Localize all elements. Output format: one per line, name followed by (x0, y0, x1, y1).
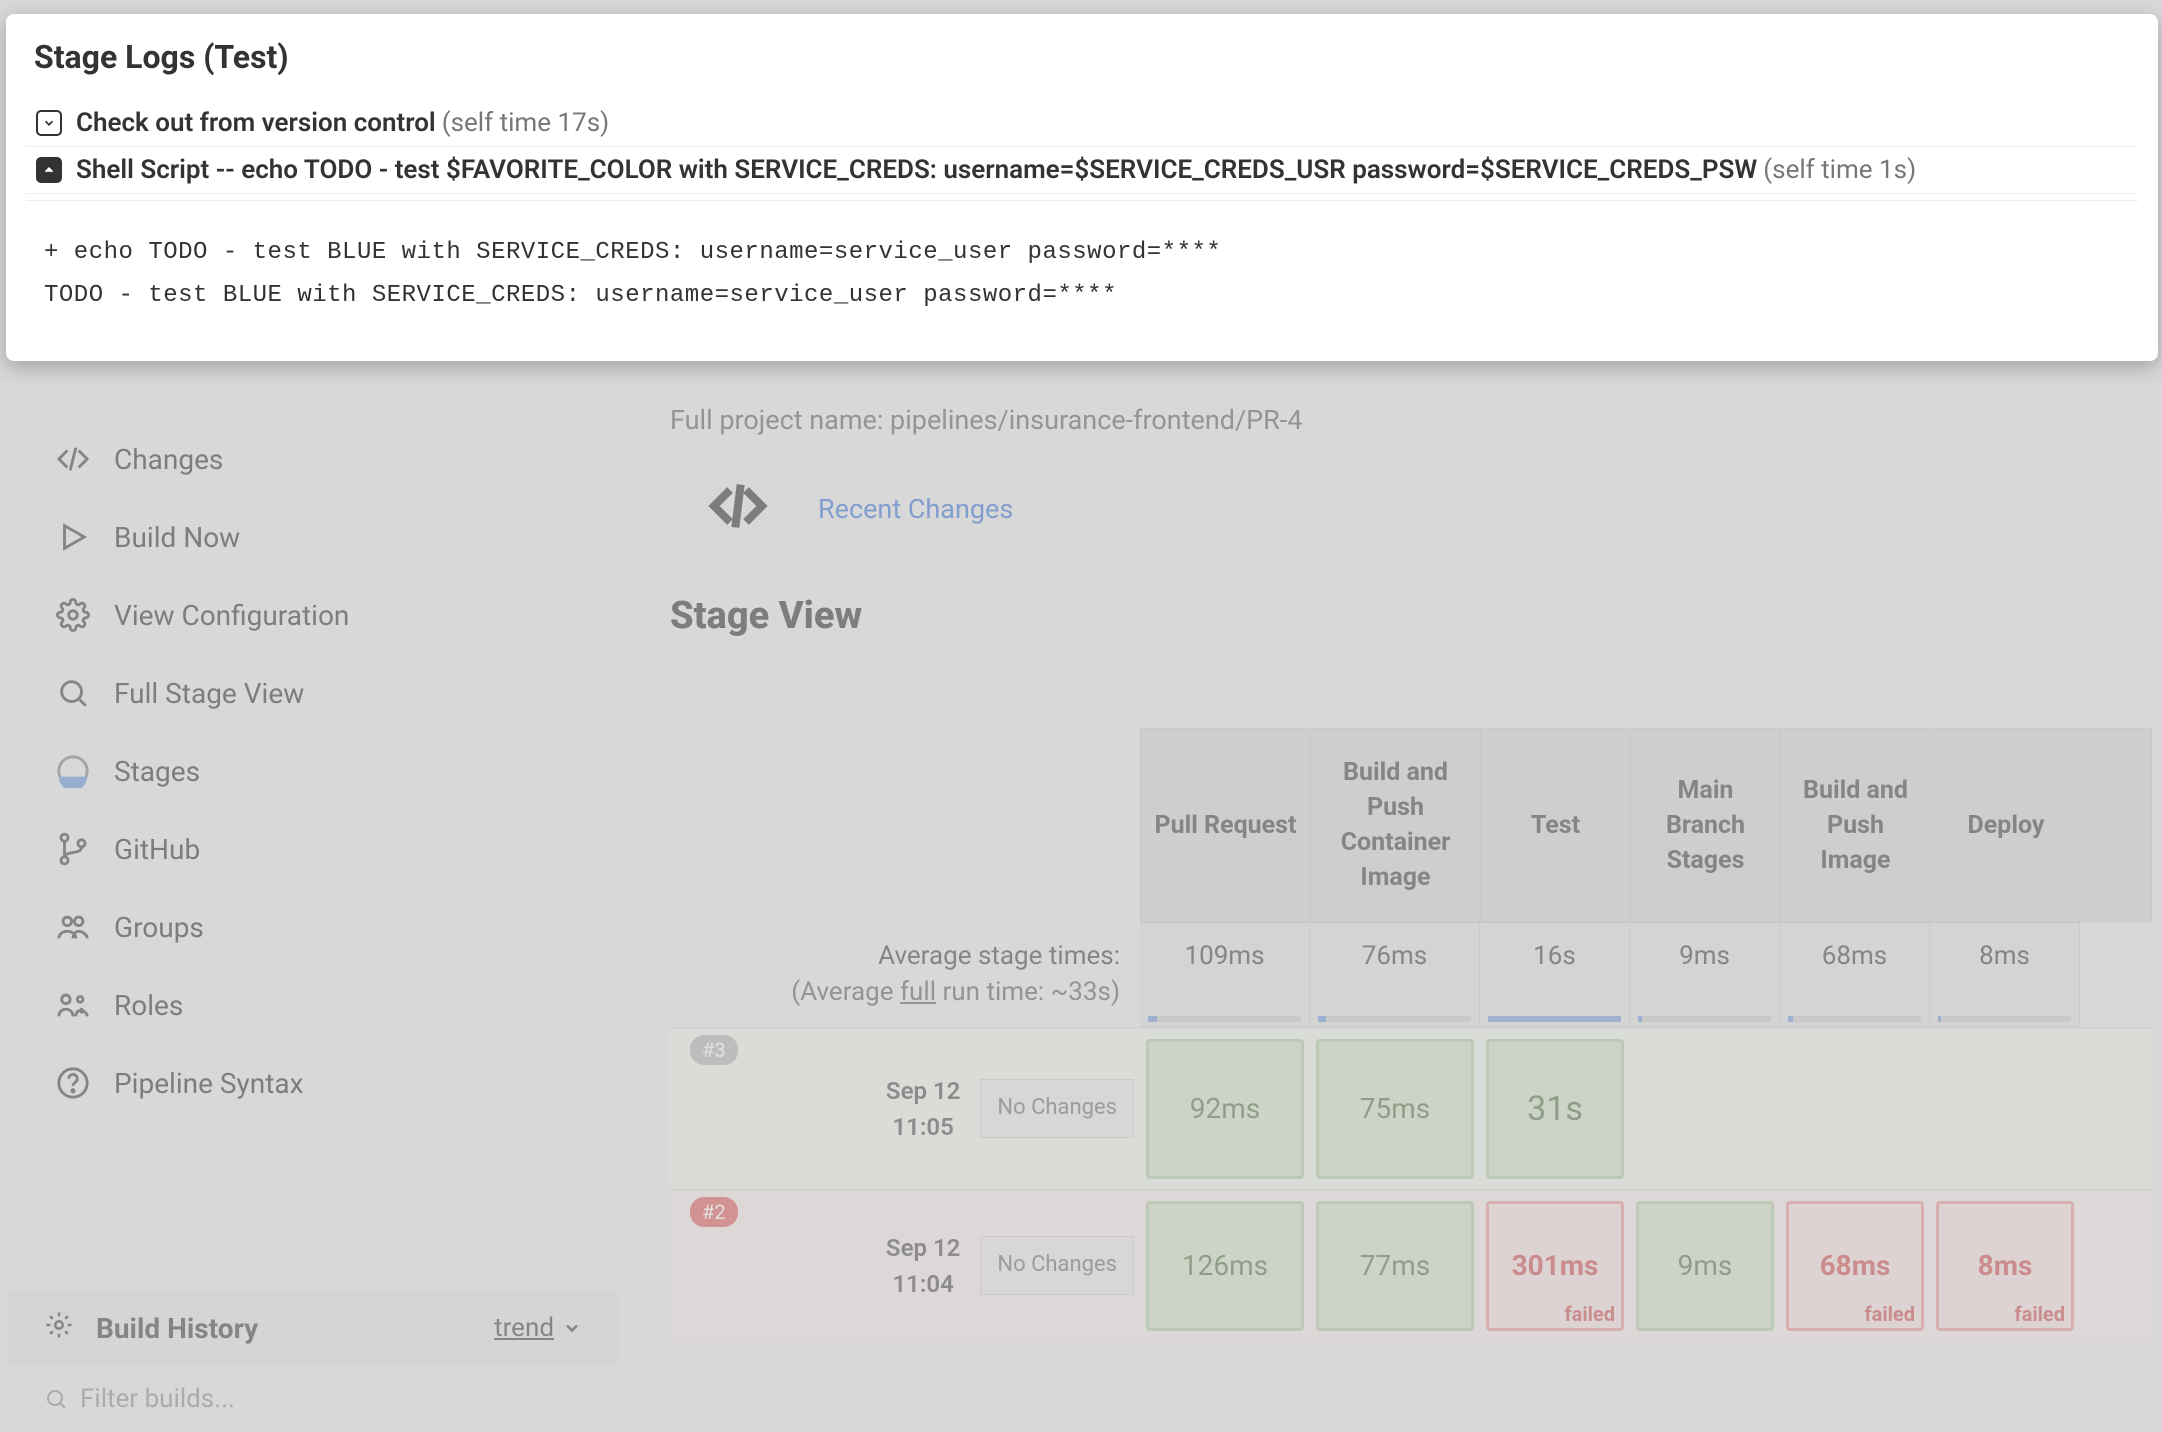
code-large-icon (706, 474, 770, 544)
stage-header: Build and Push Image (1781, 729, 1931, 921)
stage-cell[interactable]: 126ms (1146, 1201, 1304, 1331)
sidebar-label: Full Stage View (114, 677, 304, 710)
avg-cell: 109ms (1140, 922, 1310, 1027)
sidebar-label: Build Now (114, 521, 240, 554)
stage-cell[interactable]: 77ms (1316, 1201, 1474, 1331)
stage-cell[interactable]: 92ms (1146, 1039, 1304, 1179)
stage-logs-modal: Stage Logs (Test) Check out from version… (6, 14, 2158, 361)
log-step-time: (self time 1s) (1763, 155, 1916, 185)
stage-cell[interactable]: 9ms (1636, 1201, 1774, 1331)
stage-header: Main Branch Stages (1631, 729, 1781, 921)
sidebar-label: Groups (114, 911, 204, 944)
sidebar-label: GitHub (114, 833, 200, 866)
stage-view-title: Stage View (670, 594, 2152, 638)
stage-cell-empty (1936, 1039, 2074, 1179)
log-step-label: Check out from version control (76, 108, 436, 138)
sidebar: Changes Build Now View Configuration Ful… (8, 420, 618, 1122)
run-badge[interactable]: #2 (690, 1197, 738, 1227)
avg-label: Average stage times: (Average full run t… (670, 922, 1140, 1027)
sidebar-item-view-config[interactable]: View Configuration (8, 576, 618, 654)
trend-link[interactable]: trend (494, 1313, 582, 1343)
help-icon (56, 1066, 90, 1100)
expand-toggle-icon[interactable] (36, 110, 62, 136)
build-history-section: Build History trend Filter builds... (8, 1290, 618, 1432)
stage-cell[interactable]: 75ms (1316, 1039, 1474, 1179)
avg-cell: 8ms (1930, 922, 2080, 1027)
search-icon (44, 1387, 68, 1411)
stage-cell-empty (1636, 1039, 1774, 1179)
modal-title: Stage Logs (Test) (26, 38, 2138, 76)
stage-header: Build and Push Container Image (1311, 729, 1481, 921)
build-history-title: Build History (96, 1312, 258, 1345)
gear-icon (56, 598, 90, 632)
chevron-down-icon (562, 1318, 582, 1338)
stage-grid: Pull Request Build and Push Container Im… (670, 728, 2152, 1341)
log-output: + echo TODO - test BLUE with SERVICE_CRE… (26, 200, 2138, 341)
sidebar-item-github[interactable]: GitHub (8, 810, 618, 888)
filter-builds-input[interactable]: Filter builds... (8, 1366, 618, 1432)
recent-changes-link[interactable]: Recent Changes (818, 493, 1013, 525)
stage-cell-failed[interactable]: 68msfailed (1786, 1201, 1924, 1331)
stage-cell[interactable]: 31s (1486, 1039, 1624, 1179)
build-history-icon (44, 1310, 74, 1346)
run-date: Sep 12 11:04 (866, 1230, 980, 1302)
stage-header: Deploy (1931, 729, 2081, 921)
run-changes[interactable]: No Changes (980, 1079, 1134, 1138)
full-project-name: Full project name: pipelines/insurance-f… (670, 404, 2152, 436)
sidebar-label: Pipeline Syntax (114, 1067, 304, 1100)
sidebar-item-build-now[interactable]: Build Now (8, 498, 618, 576)
sidebar-item-changes[interactable]: Changes (8, 420, 618, 498)
sidebar-label: Stages (114, 755, 200, 788)
log-step-time: (self time 17s) (442, 108, 609, 138)
sidebar-label: Changes (114, 443, 223, 476)
run-row: #2 Sep 12 11:04 No Changes 126ms 77ms 30… (670, 1189, 2152, 1341)
sidebar-label: Roles (114, 989, 183, 1022)
sidebar-item-pipeline-syntax[interactable]: Pipeline Syntax (8, 1044, 618, 1122)
main-area: Full project name: pipelines/insurance-f… (670, 404, 2152, 678)
group-icon (56, 910, 90, 944)
search-icon (56, 676, 90, 710)
collapse-toggle-icon[interactable] (36, 157, 62, 183)
avg-cell: 16s (1480, 922, 1630, 1027)
sidebar-item-groups[interactable]: Groups (8, 888, 618, 966)
sidebar-item-full-stage[interactable]: Full Stage View (8, 654, 618, 732)
run-row: #3 Sep 12 11:05 No Changes 92ms 75ms 31s (670, 1027, 2152, 1189)
run-changes[interactable]: No Changes (980, 1236, 1134, 1295)
sidebar-item-roles[interactable]: Roles (8, 966, 618, 1044)
stage-cell-failed[interactable]: 301msfailed (1486, 1201, 1624, 1331)
avg-cell: 76ms (1310, 922, 1480, 1027)
sidebar-label: View Configuration (114, 599, 349, 632)
branch-icon (56, 832, 90, 866)
stage-cell-empty (1786, 1039, 1924, 1179)
stage-header: Pull Request (1141, 729, 1311, 921)
code-icon (56, 442, 90, 476)
run-date: Sep 12 11:05 (866, 1073, 980, 1145)
stage-header: Test (1481, 729, 1631, 921)
avg-cell: 68ms (1780, 922, 1930, 1027)
log-step-row[interactable]: Shell Script -- echo TODO - test $FAVORI… (26, 147, 2138, 194)
status-ball-icon (56, 754, 90, 788)
sidebar-item-stages[interactable]: Stages (8, 732, 618, 810)
log-step-label: Shell Script -- echo TODO - test $FAVORI… (76, 155, 1757, 185)
stage-cell-failed[interactable]: 8msfailed (1936, 1201, 2074, 1331)
roles-icon (56, 988, 90, 1022)
log-step-row[interactable]: Check out from version control (self tim… (26, 100, 2138, 147)
avg-cell: 9ms (1630, 922, 1780, 1027)
play-icon (56, 520, 90, 554)
build-history-header: Build History trend (8, 1290, 618, 1366)
run-badge[interactable]: #3 (690, 1035, 738, 1065)
